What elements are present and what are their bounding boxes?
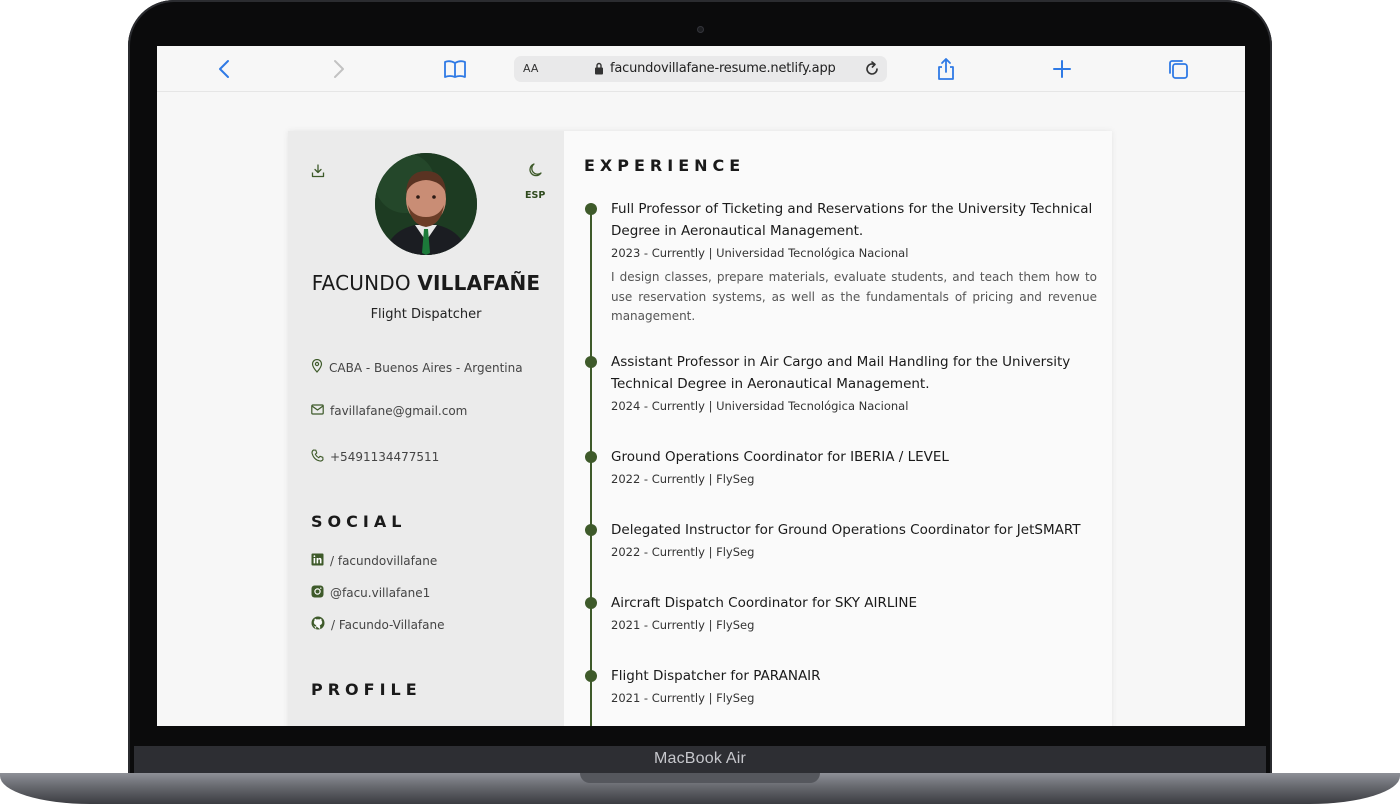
github-link[interactable]: / Facundo-Villafane [311, 616, 445, 633]
mail-icon [311, 404, 324, 418]
timeline-dot [585, 524, 597, 536]
laptop-chin: MacBook Air [134, 746, 1266, 773]
laptop-notch [580, 773, 820, 783]
last-name: VILLAFAÑE [417, 271, 541, 295]
experience-item: Aircraft Dispatch Coordinator for SKY AI… [611, 592, 1097, 632]
timeline-dot [585, 356, 597, 368]
browser-toolbar: AA facundovillafane-resume.netlify.app [157, 46, 1245, 92]
job-meta: 2022 - Currently | FlySeg [611, 472, 755, 486]
avatar [375, 153, 477, 255]
share-icon[interactable] [933, 56, 959, 82]
lock-icon [594, 62, 604, 80]
bookmarks-icon[interactable] [442, 56, 468, 82]
camera [697, 26, 704, 33]
github-icon [311, 616, 325, 633]
tabs-overview-icon[interactable] [1165, 56, 1191, 82]
social-title: SOCIAL [311, 512, 407, 531]
language-toggle[interactable]: ESP [525, 190, 545, 201]
back-icon[interactable] [211, 56, 237, 82]
location-pin-icon [311, 358, 323, 376]
address-bar[interactable]: AA facundovillafane-resume.netlify.app [514, 56, 887, 82]
job-title: Ground Operations Coordinator for IBERIA… [611, 449, 949, 465]
url-text: facundovillafane-resume.netlify.app [610, 61, 836, 76]
experience-item: Delegated Instructor for Ground Operatio… [611, 519, 1097, 559]
timeline-dot [585, 451, 597, 463]
experience-item: Full Professor of Ticketing and Reservat… [611, 198, 1097, 327]
timeline-dot [585, 670, 597, 682]
first-name: FACUNDO [311, 271, 411, 295]
resume-sidebar: ESP FACUNDO VILLAFAÑE Flight Dispatcher [288, 131, 564, 726]
profile-title: PROFILE [311, 680, 422, 699]
location-row: CABA - Buenos Aires - Argentina [311, 358, 523, 376]
job-title: Delegated Instructor for Ground Operatio… [611, 522, 1081, 538]
job-description: I design classes, prepare materials, eva… [611, 270, 1097, 323]
phone-text[interactable]: +5491134477511 [330, 450, 439, 464]
job-meta: 2024 - Currently | Universidad Tecnológi… [611, 399, 909, 413]
resume-card: ESP FACUNDO VILLAFAÑE Flight Dispatcher [288, 131, 1112, 726]
instagram-text[interactable]: @facu.villafane1 [330, 586, 430, 600]
phone-row[interactable]: +5491134477511 [311, 449, 439, 465]
screen: AA facundovillafane-resume.netlify.app E… [157, 46, 1245, 726]
full-name: FACUNDO VILLAFAÑE [288, 271, 564, 295]
device-label: MacBook Air [653, 750, 746, 767]
email-text[interactable]: favillafane@gmail.com [330, 404, 467, 418]
experience-item: Flight Dispatcher for PARANAIR 2021 - Cu… [611, 665, 1097, 705]
phone-icon [311, 449, 324, 465]
instagram-icon [311, 585, 324, 601]
github-text[interactable]: / Facundo-Villafane [331, 618, 445, 632]
email-row[interactable]: favillafane@gmail.com [311, 404, 467, 418]
job-title: Assistant Professor in Air Cargo and Mai… [611, 354, 1071, 392]
linkedin-icon [311, 553, 324, 569]
location-text: CABA - Buenos Aires - Argentina [329, 360, 523, 375]
job-meta: 2022 - Currently | FlySeg [611, 545, 755, 559]
linkedin-link[interactable]: / facundovillafane [311, 553, 437, 569]
job-title: Aircraft Dispatch Coordinator for SKY AI… [611, 595, 918, 611]
experience-item: Assistant Professor in Air Cargo and Mai… [611, 351, 1097, 413]
experience-item: Ground Operations Coordinator for IBERIA… [611, 446, 1097, 486]
new-tab-icon[interactable] [1049, 56, 1075, 82]
forward-icon[interactable] [326, 56, 352, 82]
reload-icon[interactable] [863, 60, 881, 83]
resume-main: EXPERIENCE Full Professor of Ticketing a… [564, 131, 1112, 726]
download-icon[interactable] [311, 164, 325, 183]
job-title: Full Professor of Ticketing and Reservat… [611, 201, 1093, 239]
reader-aa-button[interactable]: AA [523, 62, 538, 75]
experience-title: EXPERIENCE [584, 156, 746, 175]
timeline-dot [585, 597, 597, 609]
moon-icon[interactable] [528, 162, 542, 183]
job-meta: 2023 - Currently | Universidad Tecnológi… [611, 246, 909, 260]
timeline-dot [585, 203, 597, 215]
job-role: Flight Dispatcher [370, 307, 482, 322]
job-title: Flight Dispatcher for PARANAIR [611, 668, 821, 684]
instagram-link[interactable]: @facu.villafane1 [311, 585, 430, 601]
linkedin-text[interactable]: / facundovillafane [330, 554, 437, 568]
job-meta: 2021 - Currently | FlySeg [611, 618, 755, 632]
timeline-line [590, 209, 592, 726]
job-meta: 2021 - Currently | FlySeg [611, 691, 755, 705]
